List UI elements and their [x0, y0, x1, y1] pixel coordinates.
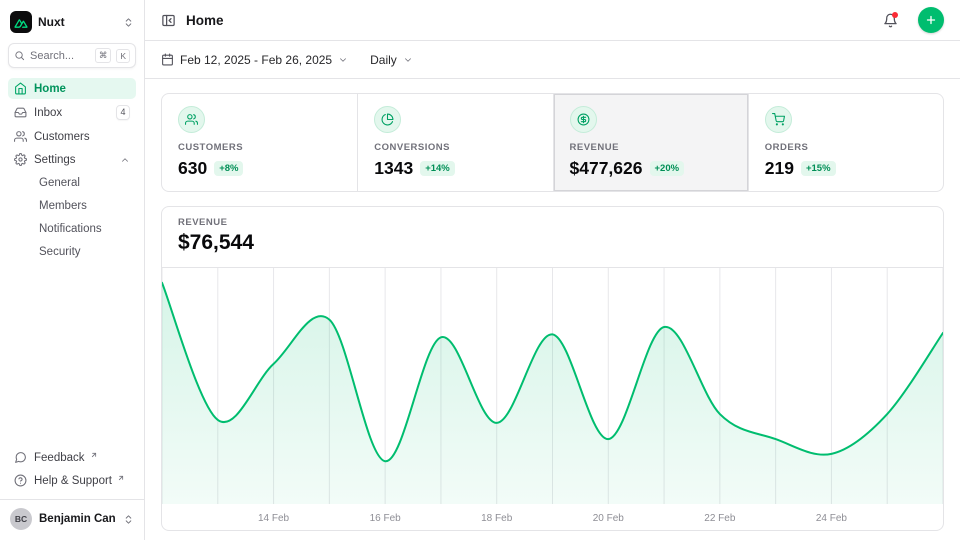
date-range-picker[interactable]: Feb 12, 2025 - Feb 26, 2025: [161, 53, 348, 67]
stat-label: ORDERS: [765, 142, 927, 153]
svg-text:22 Feb: 22 Feb: [704, 513, 736, 524]
stat-value: 1343: [374, 158, 413, 179]
kbd-cmd: ⌘: [95, 48, 112, 63]
stat-label: CUSTOMERS: [178, 142, 341, 153]
speech-bubble-icon: [14, 451, 27, 464]
interval-select[interactable]: Daily: [370, 53, 413, 67]
inbox-count-badge: 4: [116, 105, 130, 120]
stat-delta-badge: +20%: [650, 161, 685, 176]
home-icon: [14, 82, 27, 95]
sidebar-item-settings[interactable]: Settings: [8, 149, 136, 170]
feedback-label: Feedback: [34, 452, 85, 464]
filters-toolbar: Feb 12, 2025 - Feb 26, 2025 Daily: [145, 41, 960, 79]
calendar-icon: [161, 53, 174, 66]
chart-value: $76,544: [178, 231, 927, 255]
sidebar-item-members[interactable]: Members: [8, 195, 136, 216]
kbd-k: K: [116, 49, 130, 63]
pie-chart-icon: [374, 106, 401, 133]
search-placeholder: Search...: [30, 50, 90, 62]
external-link-icon: [117, 474, 125, 482]
chevron-up-down-icon: [123, 17, 134, 28]
stat-card-revenue[interactable]: REVENUE $477,626 +20%: [553, 94, 748, 191]
feedback-link[interactable]: Feedback: [8, 447, 136, 468]
chart-label: REVENUE: [178, 217, 927, 228]
nuxt-logo-icon: [10, 11, 32, 33]
notification-dot: [892, 12, 898, 18]
sidebar-item-label: Inbox: [34, 107, 109, 119]
stat-delta-badge: +8%: [214, 161, 243, 176]
help-circle-icon: [14, 474, 27, 487]
sidebar-item-label: Home: [34, 83, 130, 95]
sidebar-item-inbox[interactable]: Inbox 4: [8, 101, 136, 124]
sidebar-item-general[interactable]: General: [8, 172, 136, 193]
dashboard-content: CUSTOMERS 630 +8% CONVERSIONS 1343 +14%: [145, 79, 960, 540]
chevron-down-icon: [403, 55, 413, 65]
svg-text:16 Feb: 16 Feb: [370, 513, 402, 524]
chevron-down-icon: [338, 55, 348, 65]
date-range-label: Feb 12, 2025 - Feb 26, 2025: [180, 53, 332, 67]
revenue-chart-body: 14 Feb 16 Feb 18 Feb 20 Feb 22 Feb 24 Feb: [162, 268, 943, 530]
gear-icon: [14, 153, 27, 166]
stat-value: $477,626: [570, 158, 643, 179]
svg-text:24 Feb: 24 Feb: [816, 513, 848, 524]
users-icon: [178, 106, 205, 133]
sidebar-item-label: Customers: [34, 131, 130, 143]
sidebar-item-security[interactable]: Security: [8, 241, 136, 262]
sidebar: Nuxt Search... ⌘ K Home Inbox 4: [0, 0, 145, 540]
revenue-chart-card: REVENUE $76,544 14 Feb 16 Feb 18 Feb 20 Feb…: [161, 206, 944, 531]
help-support-link[interactable]: Help & Support: [8, 470, 136, 491]
sidebar-footer: Feedback Help & Support: [8, 447, 136, 499]
dollar-circle-icon: [570, 106, 597, 133]
external-link-icon: [90, 451, 98, 459]
revenue-chart: 14 Feb 16 Feb 18 Feb 20 Feb 22 Feb 24 Feb: [162, 268, 943, 530]
stat-value: 219: [765, 158, 794, 179]
inbox-icon: [14, 106, 27, 119]
user-name: Benjamin Canac: [39, 513, 116, 525]
user-menu[interactable]: BC Benjamin Canac: [0, 499, 144, 532]
add-button[interactable]: [918, 7, 944, 33]
users-icon: [14, 130, 27, 143]
notifications-button[interactable]: [883, 13, 898, 28]
stat-label: CONVERSIONS: [374, 142, 536, 153]
svg-text:18 Feb: 18 Feb: [481, 513, 513, 524]
help-support-label: Help & Support: [34, 475, 112, 487]
chevron-up-icon: [120, 155, 130, 165]
chevron-up-down-icon: [123, 514, 134, 525]
cart-icon: [765, 106, 792, 133]
avatar: BC: [10, 508, 32, 530]
sidebar-spacer: [8, 262, 136, 447]
sidebar-item-home[interactable]: Home: [8, 78, 136, 99]
search-icon: [14, 50, 25, 61]
stat-card-orders[interactable]: ORDERS 219 +15%: [748, 94, 943, 191]
stats-row: CUSTOMERS 630 +8% CONVERSIONS 1343 +14%: [161, 93, 944, 192]
sidebar-item-label: Settings: [34, 154, 113, 166]
sidebar-item-notifications[interactable]: Notifications: [8, 218, 136, 239]
svg-text:14 Feb: 14 Feb: [258, 513, 290, 524]
svg-text:20 Feb: 20 Feb: [593, 513, 625, 524]
search-input[interactable]: Search... ⌘ K: [8, 43, 136, 68]
main-header: Home: [145, 0, 960, 41]
stat-value: 630: [178, 158, 207, 179]
main-area: Home Feb 12, 2025 - Feb 26, 2025 Daily: [145, 0, 960, 540]
workspace-name: Nuxt: [38, 15, 117, 29]
stat-label: REVENUE: [570, 142, 732, 153]
stat-card-conversions[interactable]: CONVERSIONS 1343 +14%: [357, 94, 552, 191]
revenue-chart-header: REVENUE $76,544: [162, 207, 943, 268]
stat-card-customers[interactable]: CUSTOMERS 630 +8%: [162, 94, 357, 191]
workspace-selector[interactable]: Nuxt: [8, 8, 136, 43]
page-title: Home: [186, 13, 873, 28]
stat-delta-badge: +15%: [801, 161, 836, 176]
stat-delta-badge: +14%: [420, 161, 455, 176]
sidebar-item-customers[interactable]: Customers: [8, 126, 136, 147]
sidebar-nav: Home Inbox 4 Customers Settings General: [8, 78, 136, 262]
sidebar-collapse-icon[interactable]: [161, 13, 176, 28]
interval-label: Daily: [370, 53, 397, 67]
